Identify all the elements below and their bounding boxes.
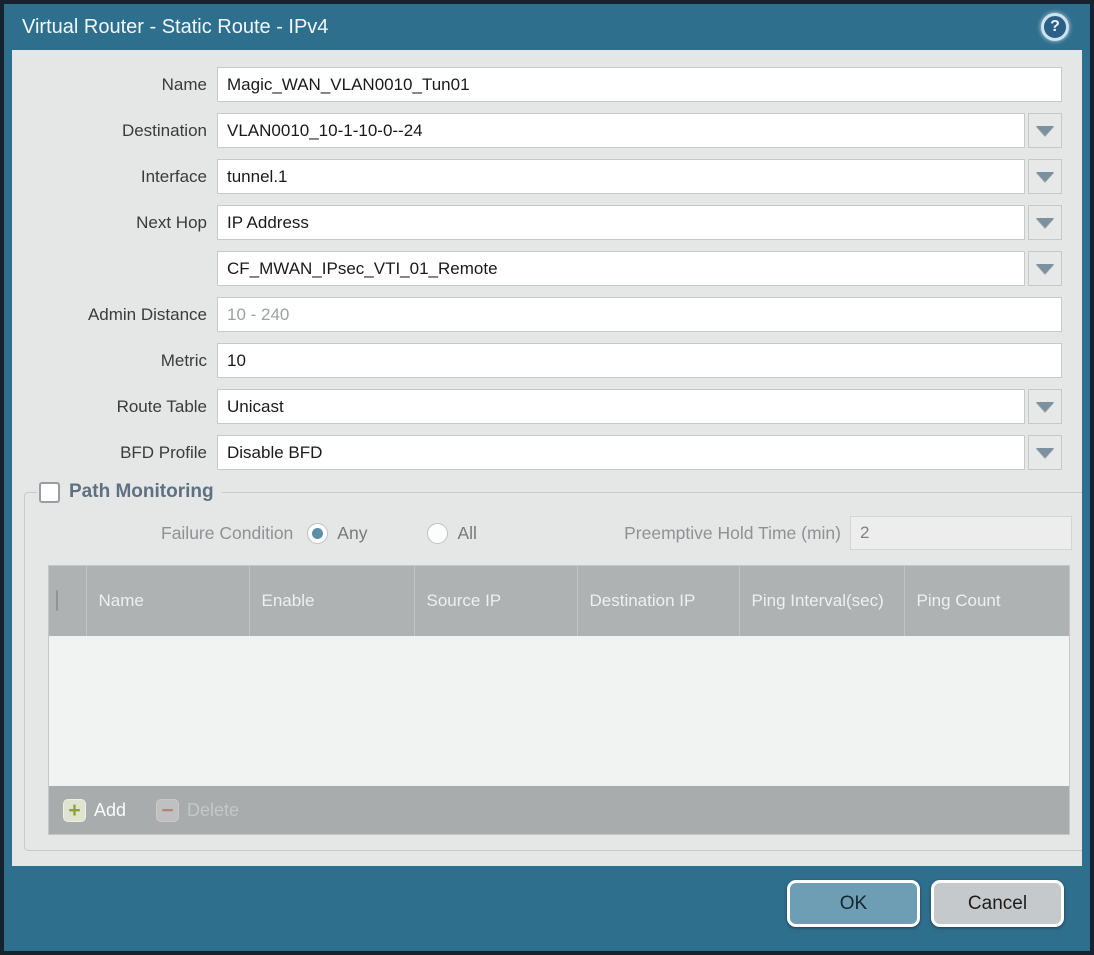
interface-label: Interface [140,166,207,186]
path-monitoring-checkbox[interactable] [39,481,60,503]
name-label: Name [161,74,207,94]
dialog-titlebar: Virtual Router - Static Route - IPv4 ? [4,4,1090,50]
preemptive-hold-time-label: Preemptive Hold Time (min) [624,522,841,543]
add-button[interactable]: + Add [63,798,127,822]
add-plus-icon: + [63,798,86,822]
failure-condition-any-radio[interactable] [307,522,329,544]
delete-button[interactable]: − Delete [156,798,240,822]
metric-label: Metric [160,350,207,370]
delete-minus-icon: − [156,798,180,822]
table-footer-bar: + Add − Delete [49,786,1069,834]
next-hop-type-value: IP Address [227,212,309,232]
form-row-next-hop-address: CF_MWAN_IPsec_VTI_01_Remote [12,251,1062,286]
form-row-admin-distance: Admin Distance [12,297,1062,332]
dialog-footer: OK Cancel [4,866,1090,951]
chevron-down-icon [1036,125,1054,136]
route-table-dropdown-button[interactable] [1028,389,1062,424]
column-header-ping-interval[interactable]: Ping Interval(sec) [739,566,905,636]
interface-value: tunnel.1 [227,166,288,186]
table-empty-body [49,636,1069,786]
next-hop-address-value: CF_MWAN_IPsec_VTI_01_Remote [227,258,498,278]
column-header-ping-count[interactable]: Ping Count [904,566,1069,636]
cancel-button[interactable]: Cancel [931,880,1064,927]
column-header-source-ip[interactable]: Source IP [414,566,578,636]
chevron-down-icon [1036,263,1054,274]
bfd-profile-combo[interactable]: Disable BFD [217,435,1025,470]
table-header-row: Name Enable Source IP Destination IP Pin… [49,566,1069,636]
failure-condition-label: Failure Condition [161,522,294,543]
next-hop-address-combo[interactable]: CF_MWAN_IPsec_VTI_01_Remote [217,251,1025,286]
failure-condition-any-label: Any [337,522,368,543]
path-monitoring-title: Path Monitoring [69,481,214,502]
bfd-profile-dropdown-button[interactable] [1028,435,1062,470]
help-icon[interactable]: ? [1041,13,1069,41]
bfd-profile-value: Disable BFD [227,442,323,462]
delete-button-label: Delete [187,799,240,820]
failure-condition-all-radio[interactable] [427,522,449,544]
route-table-combo[interactable]: Unicast [217,389,1025,424]
next-hop-type-dropdown-button[interactable] [1028,205,1062,240]
column-header-name[interactable]: Name [86,566,250,636]
next-hop-label: Next Hop [136,212,207,232]
bfd-profile-label: BFD Profile [120,442,207,462]
destination-combo[interactable]: VLAN0010_10-1-10-0--24 [217,113,1025,148]
failure-condition-row: Failure Condition Any All Preemptive Hol… [37,509,1080,557]
column-header-enable[interactable]: Enable [249,566,415,636]
form-row-destination: Destination VLAN0010_10-1-10-0--24 [12,113,1062,148]
dialog-content: Name Destination VLAN0010_10-1-10-0--24 … [12,50,1082,866]
destination-label: Destination [121,120,207,140]
name-input[interactable] [217,67,1062,102]
form-row-interface: Interface tunnel.1 [12,159,1062,194]
failure-condition-all-label: All [457,522,477,543]
route-table-label: Route Table [116,396,207,416]
path-monitoring-legend: Path Monitoring [37,481,222,503]
path-monitoring-section: Path Monitoring Failure Condition Any Al… [24,481,1082,851]
path-monitoring-table: Name Enable Source IP Destination IP Pin… [48,565,1070,835]
chevron-down-icon [1036,447,1054,458]
form-row-route-table: Route Table Unicast [12,389,1062,424]
select-all-checkbox[interactable] [56,590,58,611]
form-row-next-hop: Next Hop IP Address [12,205,1062,240]
chevron-down-icon [1036,217,1054,228]
preemptive-hold-time-input[interactable] [850,516,1072,550]
next-hop-type-combo[interactable]: IP Address [217,205,1025,240]
route-table-value: Unicast [227,396,284,416]
metric-input[interactable] [217,343,1062,378]
destination-value: VLAN0010_10-1-10-0--24 [227,120,423,140]
destination-dropdown-button[interactable] [1028,113,1062,148]
static-route-dialog: Virtual Router - Static Route - IPv4 ? N… [0,0,1094,955]
interface-combo[interactable]: tunnel.1 [217,159,1025,194]
chevron-down-icon [1036,401,1054,412]
chevron-down-icon [1036,171,1054,182]
next-hop-address-dropdown-button[interactable] [1028,251,1062,286]
form-row-bfd-profile: BFD Profile Disable BFD [12,435,1062,470]
ok-button[interactable]: OK [787,880,920,927]
add-button-label: Add [94,799,127,820]
radio-dot-icon [312,527,324,539]
dialog-title: Virtual Router - Static Route - IPv4 [22,15,329,38]
interface-dropdown-button[interactable] [1028,159,1062,194]
column-header-destination-ip[interactable]: Destination IP [577,566,740,636]
admin-distance-input[interactable] [217,297,1062,332]
form-row-name: Name [12,67,1062,102]
admin-distance-label: Admin Distance [87,304,207,324]
form-row-metric: Metric [12,343,1062,378]
